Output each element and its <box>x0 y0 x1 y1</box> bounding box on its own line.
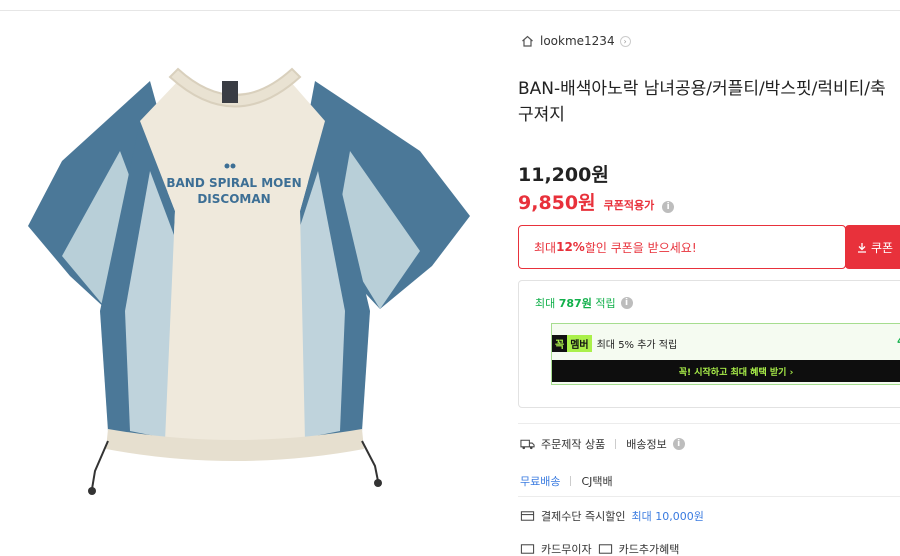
card-extra-benefit-link[interactable]: 카드추가혜택 <box>619 541 680 556</box>
sale-price-row: 9,850원 쿠폰적용가 i <box>518 188 675 215</box>
separator <box>570 476 572 486</box>
points-title: 최대 787원 적립 i <box>535 295 633 311</box>
sale-price: 9,850원 <box>518 192 596 214</box>
member-row: 꼭 멤버 최대 5% 추가 적립 <box>552 335 677 352</box>
info-icon[interactable]: i <box>662 201 675 213</box>
shirt-print-line2: DISCOMAN <box>197 192 270 206</box>
points-section: 최대 787원 적립 i 꼭멤버 최대 5% 추가 적립 492 꼭! 시작하고… <box>518 280 900 408</box>
free-shipping-label: 무료배송 <box>520 475 561 488</box>
member-start-button[interactable]: 꼭! 시작하고 최대 혜택 받기 › <box>552 360 900 382</box>
payment-max-amount: 10,000원 <box>655 510 704 523</box>
info-icon[interactable]: i <box>620 297 633 309</box>
points-suffix: 적립 <box>591 297 616 310</box>
member-benefit-text: 최대 5% 추가 적립 <box>596 340 678 351</box>
card-icon <box>520 511 535 521</box>
divider <box>518 496 900 497</box>
points-prefix: 최대 <box>535 297 559 310</box>
truck-icon <box>520 439 535 450</box>
delivery-info-link[interactable]: 배송정보 <box>626 436 666 452</box>
card-installment-link[interactable]: 카드무이자 <box>541 541 592 556</box>
payment-max-prefix: 최대 <box>631 510 656 523</box>
member-tag: 꼭 멤버 <box>552 335 592 352</box>
download-icon <box>858 242 866 253</box>
points-amount: 787원 <box>558 297 592 310</box>
coupon-suffix: 할인 쿠폰을 받으세요! <box>584 240 697 255</box>
product-info-panel: lookme1234 › BAN-배색아노락 남녀공용/커플티/박스핏/럭비티/… <box>518 0 900 556</box>
info-icon[interactable]: i <box>672 438 685 450</box>
card-icon <box>520 544 535 554</box>
coupon-prefix: 최대 <box>534 240 557 255</box>
seller-link[interactable]: lookme1234 › <box>520 34 631 48</box>
original-price: 11,200원 <box>518 164 609 186</box>
coupon-banner[interactable]: 최대 12% 할인 쿠폰을 받으세요! <box>518 225 846 269</box>
home-icon <box>522 35 533 47</box>
coupon-percent: 12% <box>556 240 585 254</box>
carrier-label: CJ택배 <box>581 475 613 488</box>
payment-discount-row[interactable]: 결제수단 즉시할인 최대 10,000원 <box>520 508 704 524</box>
card-benefit-row: 카드무이자 카드추가혜택 <box>520 541 679 556</box>
member-benefit-box: 꼭멤버 최대 5% 추가 적립 492 꼭! 시작하고 최대 혜택 받기 › <box>551 323 900 385</box>
made-to-order-label: 주문제작 상품 <box>541 438 606 451</box>
divider <box>518 423 900 424</box>
chevron-right-icon: › <box>619 35 631 47</box>
coupon-applied-label: 쿠폰적용가 <box>603 199 655 212</box>
shirt-print-line1: BAND SPIRAL MOEN <box>166 176 301 190</box>
payment-discount-label: 결제수단 즉시할인 <box>541 510 626 523</box>
shipping-row: 주문제작 상품 배송정보 i <box>520 436 685 452</box>
seller-name: lookme1234 <box>540 34 615 48</box>
tshirt-illustration: BAND SPIRAL MOEN DISCOMAN <box>28 67 470 495</box>
card-icon <box>598 544 612 554</box>
separator <box>615 439 617 449</box>
coupon-download-button[interactable]: 쿠폰 <box>845 225 900 269</box>
product-image[interactable]: BAND SPIRAL MOEN DISCOMAN <box>0 11 500 556</box>
coupon-button-label: 쿠폰 <box>871 240 894 255</box>
product-title: BAN-배색아노락 남녀공용/커플티/박스핏/럭비티/축구져지 <box>518 79 886 125</box>
delivery-method-row: 무료배송 CJ택배 <box>520 473 613 489</box>
